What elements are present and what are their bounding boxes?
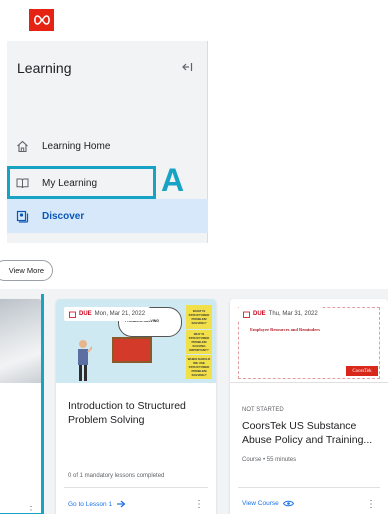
more-options-icon[interactable]: ⋮ [194,499,204,510]
eye-icon [282,500,294,507]
course-title[interactable]: CoorsTek US Substance Abuse Policy and T… [242,419,382,447]
course-card[interactable]: PROBLEM SOLVING WHAT IS STRUCTURED PROBL… [56,299,216,514]
due-date: Mon, Mar 21, 2022 [94,311,146,317]
view-course-button[interactable]: View Course [242,500,294,507]
sidebar-item-label: Discover [42,210,85,222]
sticky-note: WHAT IS STRUCTURED PROBLEM SOLVING? [186,305,212,329]
course-title[interactable]: Introduction to Structured Problem Solvi… [68,399,208,427]
person-illustration [74,339,95,383]
progress-text: 0 of 1 mandatory lessons completed [68,473,165,479]
status-badge: NOT STARTED [242,407,284,413]
sidebar: Learning Learning Home My Learning Disco… [7,41,208,243]
action-label: View Course [242,500,279,507]
selected-card-highlight [0,294,44,514]
due-date: Thu, Mar 31, 2022 [268,311,318,317]
card-divider [238,487,380,488]
course-meta: Course • 55 minutes [242,457,297,463]
annotation-highlight-box [7,166,156,199]
brand-logo-icon[interactable] [29,9,54,31]
course-card[interactable]: Employee Resources and Reminders CoorsTe… [230,299,388,514]
course-carousel: ⋮ PROBLEM SOLVING WHAT IS STRUCTURED PRO… [0,289,388,514]
sidebar-item-discover[interactable]: Discover [7,199,208,233]
view-more-button[interactable]: View More [0,260,53,281]
coorstek-logo: CoorsTek [346,366,378,376]
calendar-icon [69,311,76,318]
presentation-board-illustration [112,337,152,363]
due-chip: DUE Mon, Mar 21, 2022 [64,307,151,321]
thumb-heading: Employee Resources and Reminders [250,327,321,332]
due-chip: DUE Thu, Mar 31, 2022 [238,307,323,321]
collapse-left-icon[interactable] [179,59,195,75]
sticky-note: WHEN SHOULD WE USE STRUCTURED PROBLEM SO… [186,355,212,379]
arrow-right-icon [117,500,126,508]
due-label: DUE [253,311,266,317]
course-thumbnail: Employee Resources and Reminders CoorsTe… [230,299,388,383]
annotation-label: A [161,162,185,198]
sidebar-item-label: Learning Home [42,140,111,152]
sidebar-item-learning-home[interactable]: Learning Home [7,129,208,163]
due-label: DUE [79,311,92,317]
calendar-icon [243,311,250,318]
action-label: Go to Lesson 1 [68,500,113,508]
more-options-icon[interactable]: ⋮ [366,499,376,510]
home-icon [14,138,30,154]
app-root: Learning Learning Home My Learning Disco… [0,0,388,514]
course-thumbnail: PROBLEM SOLVING WHAT IS STRUCTURED PROBL… [56,299,216,383]
go-to-lesson-button[interactable]: Go to Lesson 1 [68,500,126,508]
sticky-note: WHY IS STRUCTURED PROBLEM SOLVING IMPORT… [186,330,212,354]
discover-icon [14,208,30,224]
sidebar-title: Learning [17,60,72,76]
card-divider [64,487,208,488]
